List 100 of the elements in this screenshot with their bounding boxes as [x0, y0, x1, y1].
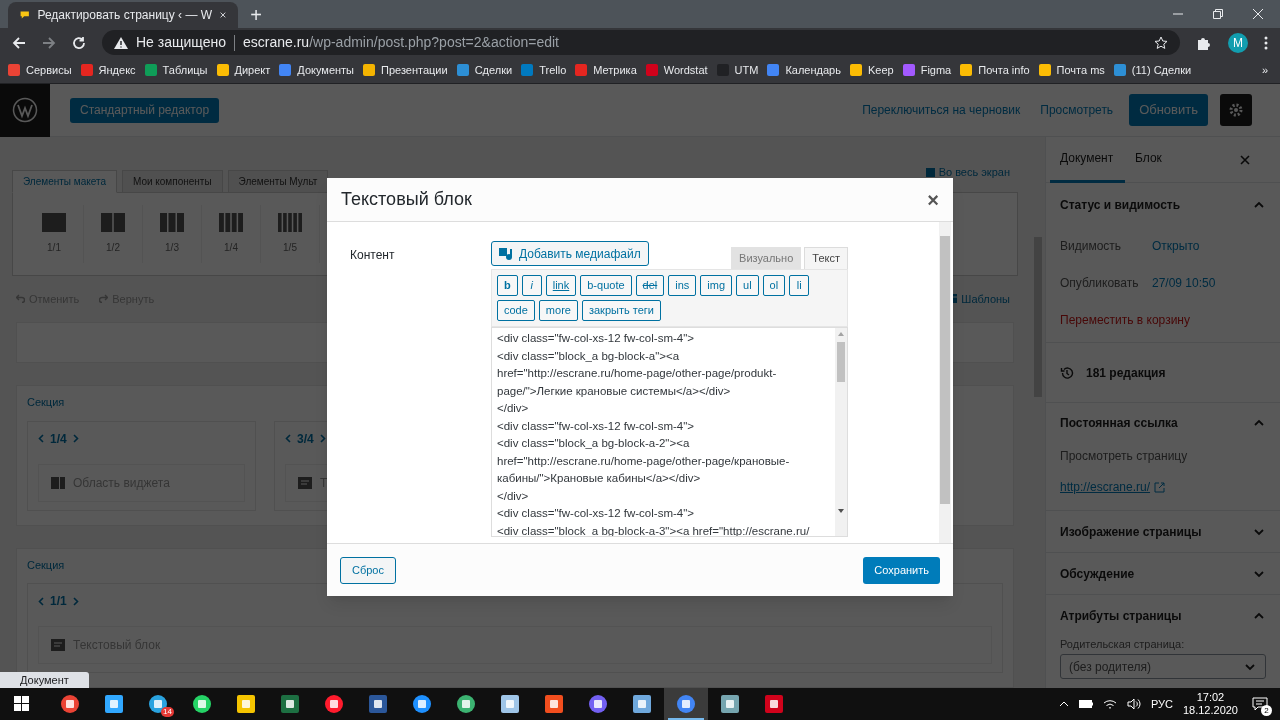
star-icon[interactable]	[1154, 35, 1168, 50]
bookmark[interactable]: Сервисы	[8, 61, 72, 79]
quicktag-button[interactable]: ol	[762, 275, 786, 296]
quicktag-button[interactable]: b	[497, 275, 518, 296]
wordpress-icon	[12, 97, 38, 123]
taskbar-app[interactable]: 14	[136, 688, 180, 720]
external-link-icon	[1154, 481, 1166, 493]
wifi-icon[interactable]	[1102, 698, 1117, 710]
media-icon	[499, 246, 513, 261]
taskbar-app[interactable]	[664, 688, 708, 720]
forward-icon[interactable]	[42, 35, 56, 50]
chevron-up-icon[interactable]	[1058, 700, 1069, 708]
code-line: page/">Легкие крановые системы</a></div>	[497, 383, 732, 399]
panel-title[interactable]: Постоянная ссылка	[1060, 413, 1252, 432]
status-bubble: Документ	[0, 672, 89, 688]
wordpress-logo[interactable]	[0, 84, 50, 137]
quicktag-button[interactable]: img	[700, 275, 733, 296]
code-line: <div class="fw-col-xs-12 fw-col-sm-4">	[497, 506, 695, 521]
columns-icon	[160, 213, 184, 232]
reload-icon[interactable]	[72, 35, 86, 50]
code-line: <div class="block_a bg-block-a"><a	[497, 348, 681, 364]
save-button[interactable]: Сохранить	[863, 556, 940, 584]
bookmark[interactable]: Документы	[279, 61, 354, 79]
bookmark[interactable]: Таблицы	[144, 61, 208, 79]
html-textarea[interactable]	[491, 327, 848, 537]
notification-count: 2	[1261, 705, 1272, 716]
close-button[interactable]: ×	[927, 189, 939, 210]
settings-icon	[1228, 102, 1244, 118]
quicktag-button[interactable]: ins	[668, 275, 697, 296]
profile-avatar[interactable]: M	[1228, 32, 1248, 53]
bookmark[interactable]: Яндекс	[80, 61, 136, 79]
revisions-link[interactable]: 181 редакция	[1086, 363, 1166, 382]
browser-tab[interactable]: Редактировать страницу ‹ — W	[8, 2, 238, 28]
address-bar[interactable]: Не защищено escrane.ru/wp-admin/post.php?post=2&action=edit	[102, 30, 1180, 55]
history-icon	[1060, 365, 1074, 380]
bookmark[interactable]: Календарь	[767, 61, 841, 79]
menu-icon[interactable]	[1264, 35, 1268, 50]
column-width: 1/4	[50, 430, 67, 448]
bookmark[interactable]: Сделки	[456, 61, 513, 79]
bookmark[interactable]: Trello	[521, 61, 567, 79]
visibility-label: Видимость	[1060, 237, 1123, 255]
scrollbar[interactable]	[939, 222, 951, 543]
code-line: </div>	[497, 401, 530, 416]
sidebar-tab[interactable]: Блок	[1125, 137, 1172, 183]
warning-icon	[114, 36, 128, 49]
bookmark[interactable]: Keep	[849, 61, 894, 79]
panel-title[interactable]: Статус и видимость	[1060, 196, 1252, 214]
notifications-button[interactable]: 2	[1248, 692, 1272, 716]
security-label: Не защищено	[136, 33, 226, 52]
bookmark[interactable]: Wordstat	[645, 61, 708, 79]
section-title: Секция	[27, 557, 65, 573]
editor-tab[interactable]: Визуально	[731, 247, 802, 269]
quicktag-button[interactable]: i	[521, 275, 542, 296]
code-line: <div class="block_a bg-block-a-2"><a	[497, 436, 691, 451]
panel-title[interactable]: Изображение страницы	[1060, 522, 1252, 541]
bookmark[interactable]: (11) Сделки	[1113, 61, 1192, 79]
publish-label: Опубликовать	[1060, 274, 1140, 292]
quicktag-button[interactable]: ul	[736, 275, 759, 296]
quicktag-button[interactable]: code	[497, 300, 535, 321]
bookmark[interactable]: Метрика	[575, 61, 637, 79]
code-line: href="http://escrane.ru/home-page/other-page/крановые-	[497, 453, 791, 469]
bookmark[interactable]: UTM	[716, 61, 759, 79]
quicktag-button[interactable]: закрыть теги	[581, 300, 661, 321]
reset-button[interactable]: Сброс	[340, 556, 396, 584]
column-width: 3/4	[297, 430, 314, 448]
quicktag-button[interactable]: b-quote	[580, 275, 632, 296]
quicktag-button[interactable]: li	[789, 275, 810, 296]
bookmark[interactable]: Почта ms	[1038, 61, 1105, 79]
bookmark[interactable]: Почта info	[960, 61, 1030, 79]
bookmark[interactable]: Figma	[902, 61, 952, 79]
code-line: <div class="fw-col-xs-12 fw-col-sm-4">	[497, 418, 695, 434]
new-tab-button[interactable]: +	[242, 2, 270, 28]
quicktag-button[interactable]: del	[635, 275, 665, 296]
unread-badge: 14	[161, 707, 174, 717]
redo-icon	[99, 294, 109, 304]
battery-icon[interactable]	[1078, 700, 1093, 708]
code-line: <div class="block_a bg-block-a-3"><a href="http://escrane.ru/	[497, 523, 811, 536]
bookmark[interactable]: Презентации	[363, 61, 448, 79]
panel-title[interactable]: Обсуждение	[1060, 564, 1252, 583]
bookmark[interactable]: Директ	[216, 61, 271, 79]
panel-title[interactable]: Атрибуты страницы	[1060, 606, 1252, 625]
code-line: кабины/">Крановые кабины</a></div>	[497, 471, 702, 486]
language-indicator[interactable]: РУС	[1150, 695, 1173, 713]
view-page-label: Просмотреть страницу	[1060, 448, 1189, 465]
settings-button[interactable]	[1220, 94, 1252, 126]
restore-icon[interactable]	[1212, 8, 1224, 20]
scrollbar[interactable]	[835, 328, 847, 536]
back-icon[interactable]	[12, 35, 26, 50]
undo-icon	[16, 294, 25, 304]
more-bookmarks[interactable]: »	[1261, 61, 1268, 79]
quicktag-button[interactable]: link	[545, 275, 577, 296]
quicktag-button[interactable]: more	[538, 300, 578, 321]
add-media-button[interactable]: Добавить медиафайл	[491, 241, 649, 266]
code-line: href="http://escrane.ru/home-page/other-page/produkt-	[497, 366, 778, 381]
editor-tab[interactable]: Текст	[804, 247, 848, 269]
close-icon[interactable]	[220, 10, 226, 20]
sidebar-tab[interactable]: Документ	[1050, 137, 1125, 183]
volume-icon[interactable]	[1126, 698, 1141, 710]
tab-title: Редактировать страницу ‹ — W	[37, 7, 213, 24]
clock[interactable]: 17:02 18.12.2020	[1182, 691, 1238, 717]
